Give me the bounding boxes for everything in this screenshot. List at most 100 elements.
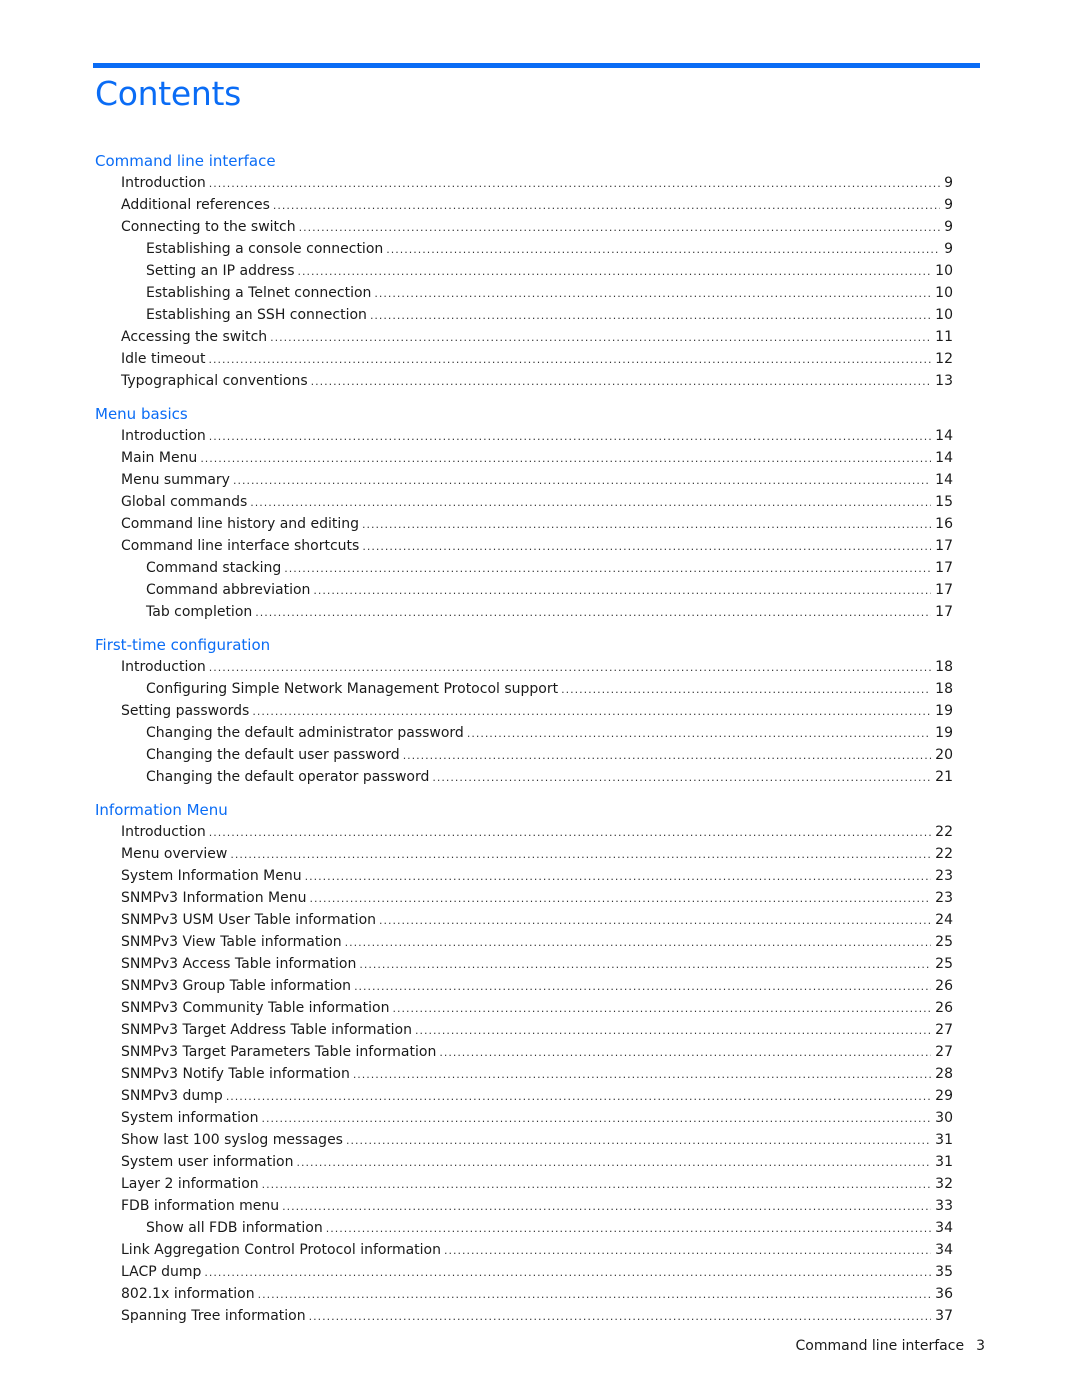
toc-entry[interactable]: Changing the default operator password 21: [95, 766, 953, 788]
toc-entry-label: System Information Menu: [121, 868, 302, 884]
toc-entry-page-number: 27: [935, 1022, 953, 1038]
toc-entry[interactable]: SNMPv3 Group Table information 26: [95, 975, 953, 997]
toc-entry[interactable]: FDB information menu 33: [95, 1195, 953, 1217]
toc-entry[interactable]: Establishing an SSH connection 10: [95, 304, 953, 326]
dot-leader: [561, 679, 931, 701]
toc-entry-page-number: 10: [935, 285, 953, 301]
toc-entry[interactable]: Main Menu 14: [95, 447, 953, 469]
toc-entry-label: SNMPv3 Group Table information: [121, 978, 352, 994]
toc-entry[interactable]: SNMPv3 Community Table information 26: [95, 997, 953, 1019]
toc-entry[interactable]: SNMPv3 Target Parameters Table informati…: [95, 1041, 953, 1063]
toc-entry[interactable]: Command abbreviation 17: [95, 579, 953, 601]
dot-leader: [392, 998, 931, 1020]
toc-section-heading[interactable]: Information Menu: [95, 799, 953, 821]
toc-entry[interactable]: LACP dump 35: [95, 1261, 953, 1283]
toc-section-heading[interactable]: Menu basics: [95, 403, 953, 425]
toc-entry[interactable]: Tab completion 17: [95, 601, 953, 623]
toc-entry[interactable]: Typographical conventions 13: [95, 370, 953, 392]
toc-entry[interactable]: Command line interface shortcuts 17: [95, 535, 953, 557]
toc-entry[interactable]: Setting passwords 19: [95, 700, 953, 722]
toc-entry[interactable]: SNMPv3 Information Menu 23: [95, 887, 953, 909]
toc-entry-label: Tab completion: [146, 604, 253, 620]
toc-entry-page-number: 26: [935, 978, 953, 994]
toc-entry[interactable]: Introduction 18: [95, 656, 953, 678]
toc-entry-label: Establishing an SSH connection: [146, 307, 367, 323]
toc-entry[interactable]: Command line history and editing 16: [95, 513, 953, 535]
toc-entry-page-number: 37: [935, 1308, 953, 1324]
toc-entry[interactable]: System Information Menu 23: [95, 865, 953, 887]
toc-entry[interactable]: Additional references 9: [95, 194, 953, 216]
page-footer: Command line interface 3: [796, 1338, 985, 1354]
toc-entry[interactable]: Introduction 14: [95, 425, 953, 447]
toc-entry-label: System user information: [121, 1154, 294, 1170]
toc-entry-page-number: 26: [935, 1000, 953, 1016]
toc-entry-page-number: 25: [935, 956, 953, 972]
toc-entry-page-number: 24: [935, 912, 953, 928]
toc-entry-label: LACP dump: [121, 1264, 202, 1280]
toc-entry-page-number: 31: [935, 1132, 953, 1148]
toc-entry[interactable]: SNMPv3 dump 29: [95, 1085, 953, 1107]
toc-entry[interactable]: SNMPv3 Notify Table information 28: [95, 1063, 953, 1085]
toc-entry-page-number: 17: [935, 560, 953, 576]
toc-entry[interactable]: SNMPv3 Target Address Table information 2…: [95, 1019, 953, 1041]
toc-entry[interactable]: SNMPv3 Access Table information 25: [95, 953, 953, 975]
toc-entry[interactable]: Menu overview 22: [95, 843, 953, 865]
dot-leader: [432, 767, 931, 789]
toc-entry[interactable]: Spanning Tree information 37: [95, 1305, 953, 1327]
dot-leader: [326, 1218, 931, 1240]
dot-leader: [362, 514, 931, 536]
toc-entry[interactable]: 802.1x information 36: [95, 1283, 953, 1305]
toc-entry[interactable]: Link Aggregation Control Protocol inform…: [95, 1239, 953, 1261]
toc-entry[interactable]: SNMPv3 USM User Table information 24: [95, 909, 953, 931]
toc-entry[interactable]: Configuring Simple Network Management Pr…: [95, 678, 953, 700]
toc-entry-label: Establishing a console connection: [146, 241, 384, 257]
toc-section: Command line interfaceIntroduction9Addit…: [95, 150, 953, 392]
toc-entry[interactable]: Establishing a console connection 9: [95, 238, 953, 260]
toc-entry-label: Command stacking: [146, 560, 282, 576]
toc-entry[interactable]: Idle timeout 12: [95, 348, 953, 370]
toc-entry-label: Changing the default operator password: [146, 769, 430, 785]
toc-entry-label: Command abbreviation: [146, 582, 311, 598]
toc-entry[interactable]: Changing the default administrator passw…: [95, 722, 953, 744]
toc-entry-label: FDB information menu: [121, 1198, 280, 1214]
toc-entry-label: SNMPv3 Notify Table information: [121, 1066, 350, 1082]
toc-section-heading[interactable]: First-time configuration: [95, 634, 953, 656]
toc-entry-page-number: 14: [935, 472, 953, 488]
toc-entry-label: Show last 100 syslog messages: [121, 1132, 343, 1148]
toc-entry-page-number: 25: [935, 934, 953, 950]
toc-entry[interactable]: Changing the default user password 20: [95, 744, 953, 766]
toc-entry[interactable]: Establishing a Telnet connection 10: [95, 282, 953, 304]
toc-entry-label: SNMPv3 Access Table information: [121, 956, 357, 972]
dot-leader: [298, 261, 932, 283]
dot-leader: [379, 910, 931, 932]
toc-entry[interactable]: System user information 31: [95, 1151, 953, 1173]
toc-entry-page-number: 15: [935, 494, 953, 510]
toc-entry[interactable]: Command stacking 17: [95, 557, 953, 579]
toc-entry[interactable]: SNMPv3 View Table information 25: [95, 931, 953, 953]
toc-entry[interactable]: Layer 2 information 32: [95, 1173, 953, 1195]
toc-section: Information MenuIntroduction22Menu overv…: [95, 799, 953, 1327]
toc-entry[interactable]: Introduction 9: [95, 172, 953, 194]
toc-entry-label: Setting passwords: [121, 703, 250, 719]
toc-entry-label: Menu overview: [121, 846, 228, 862]
dot-leader: [370, 305, 931, 327]
toc-entry[interactable]: Show last 100 syslog messages 31: [95, 1129, 953, 1151]
toc-entry[interactable]: Introduction 22: [95, 821, 953, 843]
toc-entry-label: Configuring Simple Network Management Pr…: [146, 681, 559, 697]
toc-entry[interactable]: System information 30: [95, 1107, 953, 1129]
toc-entry[interactable]: Setting an IP address 10: [95, 260, 953, 282]
toc-entry-label: Introduction: [121, 824, 206, 840]
toc-entry-page-number: 9: [944, 241, 953, 257]
toc-entry[interactable]: Global commands 15: [95, 491, 953, 513]
toc-section-heading[interactable]: Command line interface: [95, 150, 953, 172]
header-rule: [93, 63, 980, 68]
dot-leader: [444, 1240, 931, 1262]
toc-entry[interactable]: Connecting to the switch 9: [95, 216, 953, 238]
toc-entry-page-number: 9: [944, 175, 953, 191]
dot-leader: [374, 283, 931, 305]
toc-entry[interactable]: Menu summary 14: [95, 469, 953, 491]
toc-entry[interactable]: Accessing the switch 11: [95, 326, 953, 348]
toc-entry-label: Establishing a Telnet connection: [146, 285, 372, 301]
toc-entry[interactable]: Show all FDB information 34: [95, 1217, 953, 1239]
toc-entry-page-number: 19: [935, 725, 953, 741]
